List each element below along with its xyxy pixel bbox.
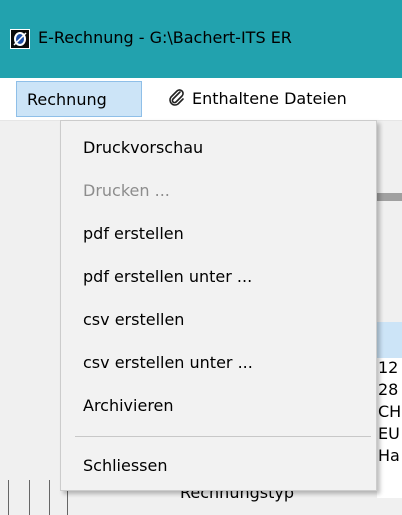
grid-line	[29, 480, 30, 515]
value-cell: CH	[378, 402, 402, 421]
paperclip-icon	[169, 89, 184, 106]
menu-rechnung[interactable]: Rechnung	[16, 81, 142, 117]
value-cell: 12	[378, 358, 399, 377]
menu-rechnung-label: Rechnung	[27, 90, 107, 109]
menu-enthaltene-dateien[interactable]: Enthaltene Dateien	[160, 81, 355, 117]
value-cell: 28	[378, 380, 399, 399]
grid-line	[49, 480, 50, 515]
rechnung-dropdown-menu: Druckvorschau Drucken ... pdf erstellen …	[60, 120, 377, 491]
menu-item-druckvorschau[interactable]: Druckvorschau	[62, 129, 375, 167]
menu-separator	[75, 436, 371, 437]
menu-item-csv-erstellen-unter[interactable]: csv erstellen unter ...	[62, 344, 375, 382]
menu-item-pdf-erstellen[interactable]: pdf erstellen	[62, 215, 375, 253]
menu-item-drucken: Drucken ...	[83, 181, 170, 200]
selected-cell	[377, 322, 402, 358]
value-cell: Ha	[378, 446, 400, 465]
menu-bar: Rechnung Enthaltene Dateien	[0, 78, 402, 121]
app-logo-icon	[10, 29, 30, 49]
value-cell: EU	[378, 424, 400, 443]
window-title: E-Rechnung - G:\Bachert-ITS ER	[38, 28, 292, 47]
menu-item-archivieren[interactable]: Archivieren	[62, 387, 375, 425]
invoice-values-panel: 12 28 CH EU Ha	[377, 358, 402, 498]
title-bar: E-Rechnung - G:\Bachert-ITS ER	[0, 0, 402, 78]
menu-item-schliessen[interactable]: Schliessen	[62, 447, 375, 485]
menu-enthaltene-dateien-label: Enthaltene Dateien	[192, 89, 347, 108]
menu-item-pdf-erstellen-unter[interactable]: pdf erstellen unter ...	[62, 258, 375, 296]
menu-item-csv-erstellen[interactable]: csv erstellen	[62, 301, 375, 339]
